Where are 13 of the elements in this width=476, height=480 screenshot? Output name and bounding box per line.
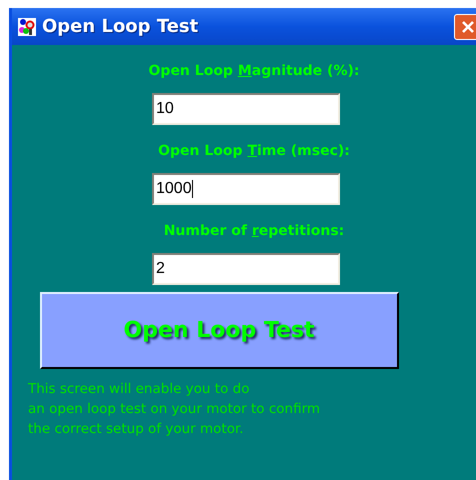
- close-button[interactable]: [454, 14, 476, 40]
- field-label: Open Loop Magnitude (%):: [148, 63, 360, 79]
- app-icon: [18, 18, 36, 36]
- description-text: the correct setup of your motor.: [28, 420, 245, 439]
- close-icon: [461, 20, 475, 34]
- input-field[interactable]: 10: [152, 93, 340, 125]
- window-title: Open Loop Test: [42, 16, 198, 37]
- field-label: Number of repetitions:: [164, 223, 344, 239]
- field-label: Open Loop Time (msec):: [158, 143, 350, 159]
- description-text: an open loop test on your motor to confirm: [28, 400, 320, 419]
- input-field[interactable]: 2: [152, 253, 340, 285]
- input-field[interactable]: 1000: [152, 173, 340, 205]
- description-text: This screen will enable you to do: [28, 380, 250, 399]
